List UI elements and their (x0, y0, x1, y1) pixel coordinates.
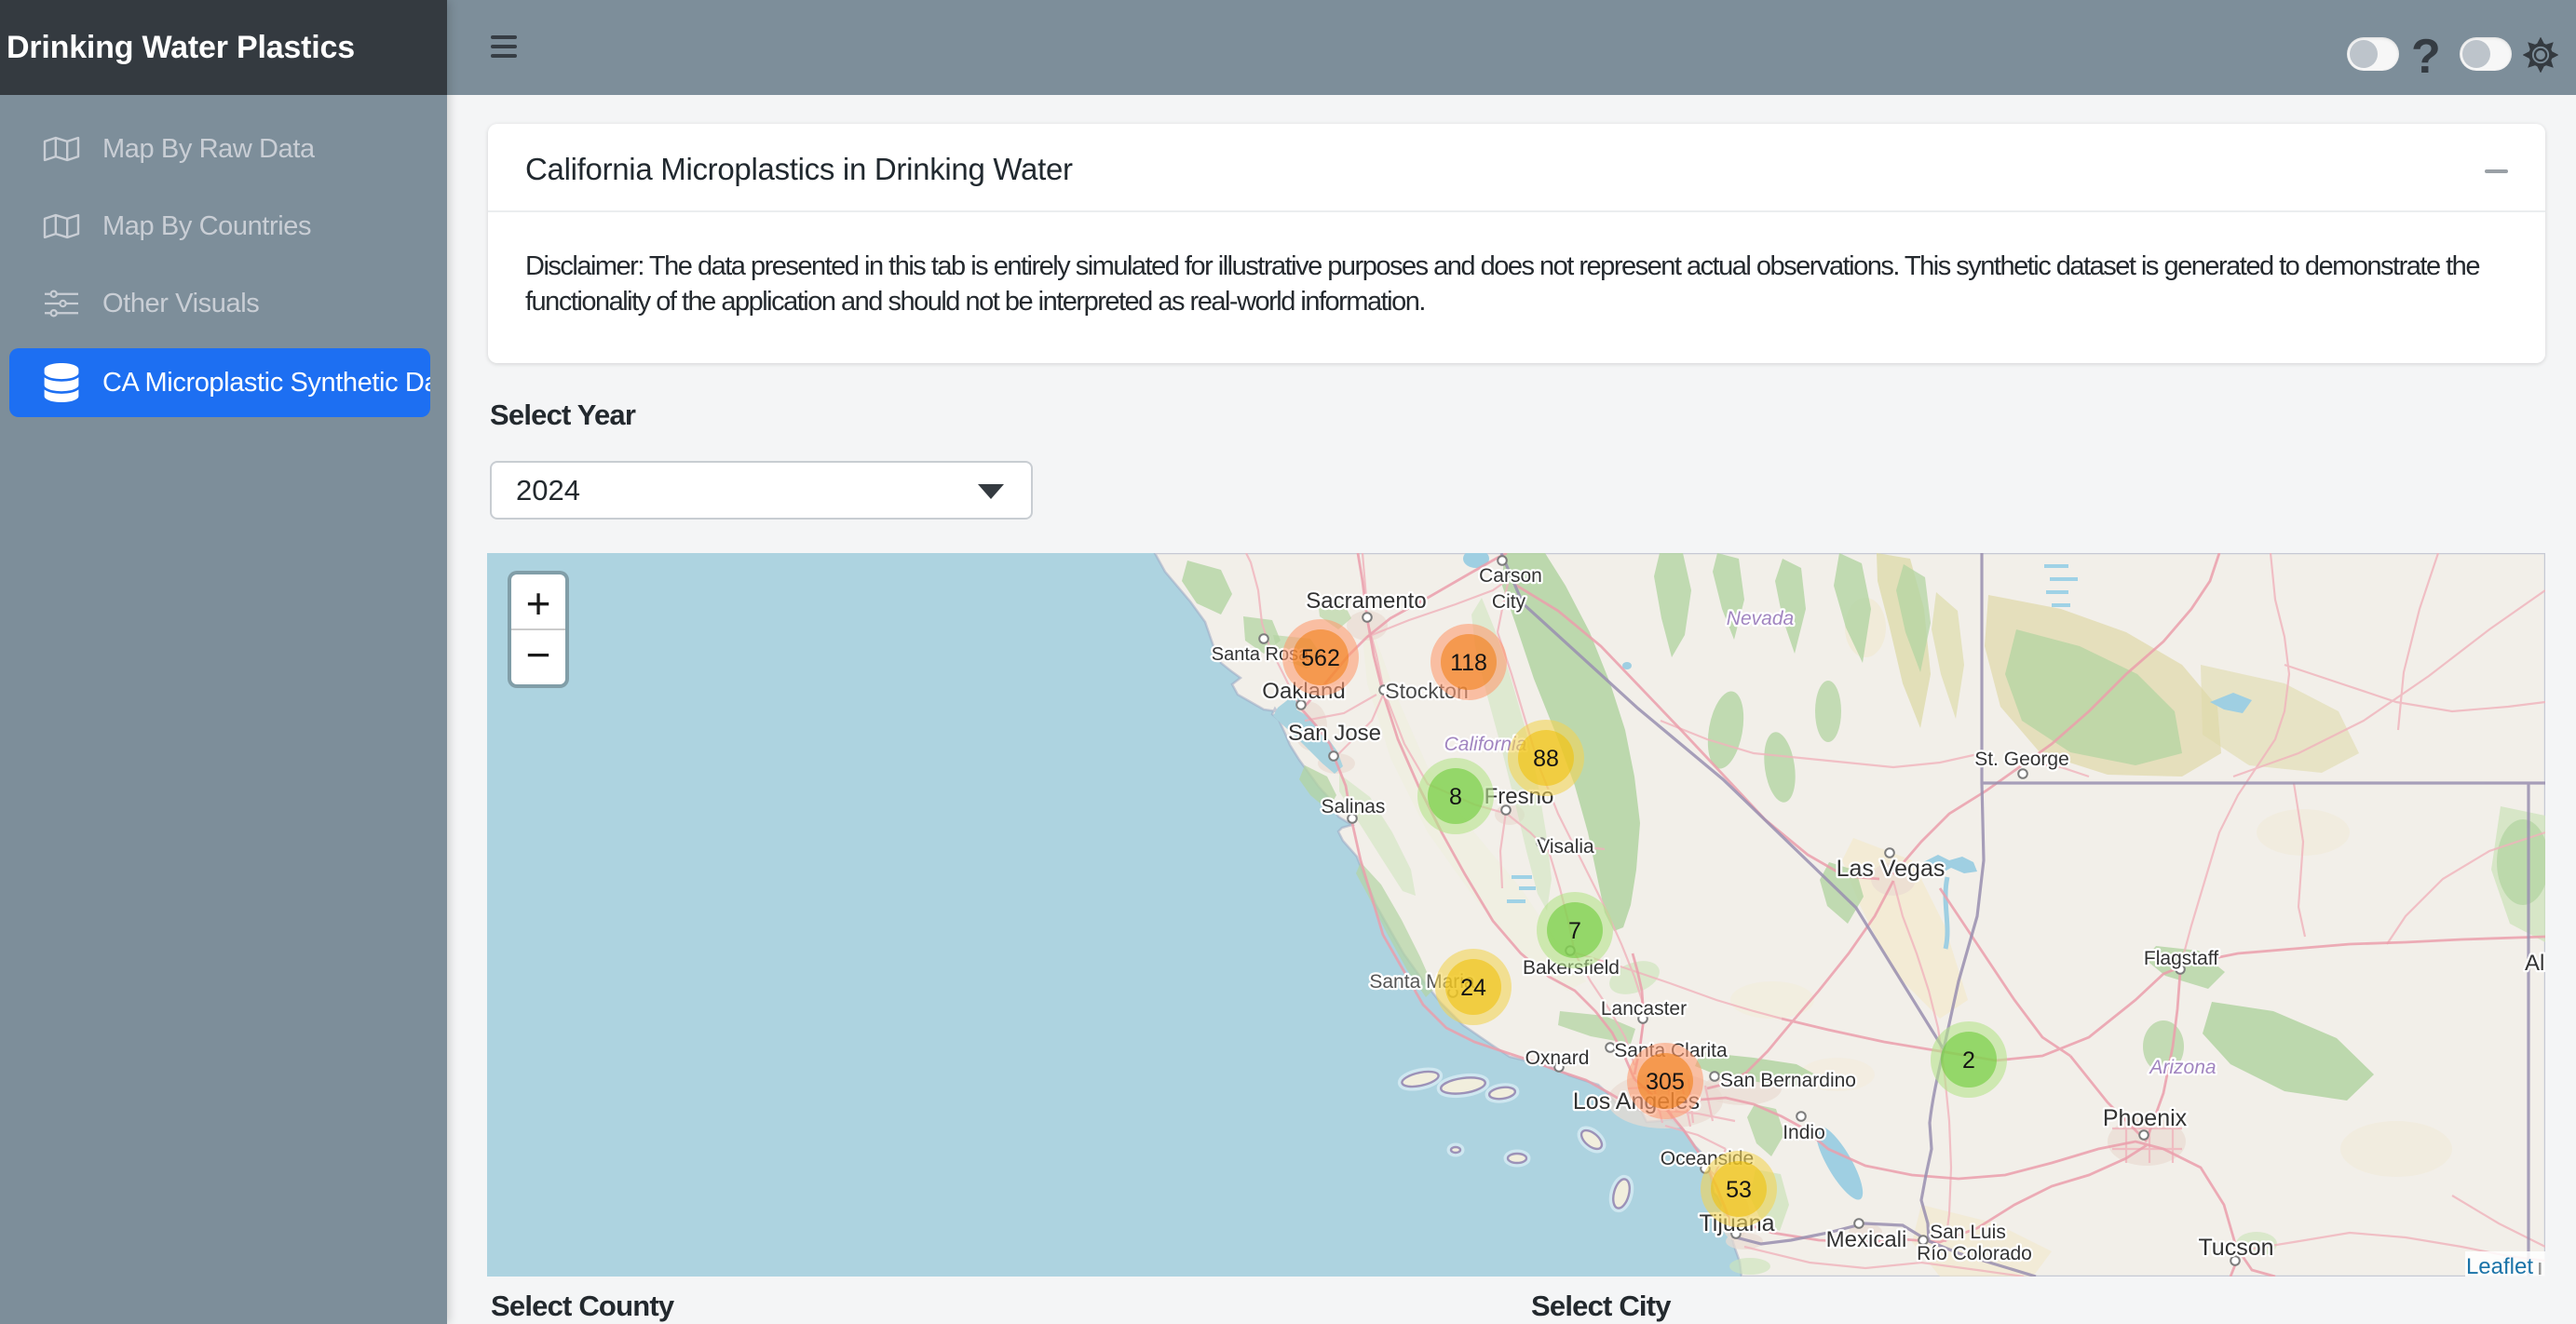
svg-text:San Jose: San Jose (1288, 721, 1381, 746)
svg-text:Alb: Alb (2525, 951, 2545, 976)
svg-text:24: 24 (1460, 975, 1486, 1001)
svg-text:562: 562 (1301, 645, 1340, 671)
svg-text:Sacramento: Sacramento (1306, 588, 1426, 614)
svg-text:+: + (526, 579, 551, 628)
svg-text:St. George: St. George (1974, 749, 2069, 770)
svg-text:Oxnard: Oxnard (1525, 1047, 1590, 1069)
svg-text:Carson: Carson (1479, 565, 1542, 587)
svg-text:Flagstaff: Flagstaff (2144, 948, 2218, 969)
svg-text:88: 88 (1533, 746, 1559, 772)
svg-text:Las Vegas: Las Vegas (1837, 856, 1946, 882)
svg-text:Tucson: Tucson (2198, 1235, 2273, 1261)
svg-text:Salinas: Salinas (1322, 796, 1386, 817)
svg-text:53: 53 (1726, 1177, 1752, 1203)
svg-text:San Luis: San Luis (1930, 1222, 2006, 1243)
svg-text:Arizona: Arizona (2148, 1057, 2216, 1078)
svg-text:Nevada: Nevada (1727, 608, 1794, 629)
svg-text:2: 2 (1962, 1047, 1975, 1074)
svg-text:Visalia: Visalia (1537, 836, 1594, 858)
svg-text:Indio: Indio (1783, 1122, 1825, 1143)
svg-text:Mexicali: Mexicali (1826, 1227, 1907, 1252)
svg-text:Lancaster: Lancaster (1601, 998, 1687, 1020)
svg-text:305: 305 (1646, 1069, 1685, 1095)
svg-text:118: 118 (1450, 650, 1487, 676)
svg-text:City: City (1492, 591, 1526, 613)
svg-text:7: 7 (1568, 918, 1581, 944)
svg-text:−: − (526, 630, 551, 679)
svg-text:San Bernardino: San Bernardino (1720, 1070, 1856, 1091)
svg-text:Río Colorado: Río Colorado (1917, 1243, 2032, 1264)
svg-text:Leaflet: Leaflet (2466, 1254, 2533, 1277)
svg-text:Phoenix: Phoenix (2103, 1105, 2188, 1131)
svg-text:8: 8 (1449, 784, 1462, 810)
